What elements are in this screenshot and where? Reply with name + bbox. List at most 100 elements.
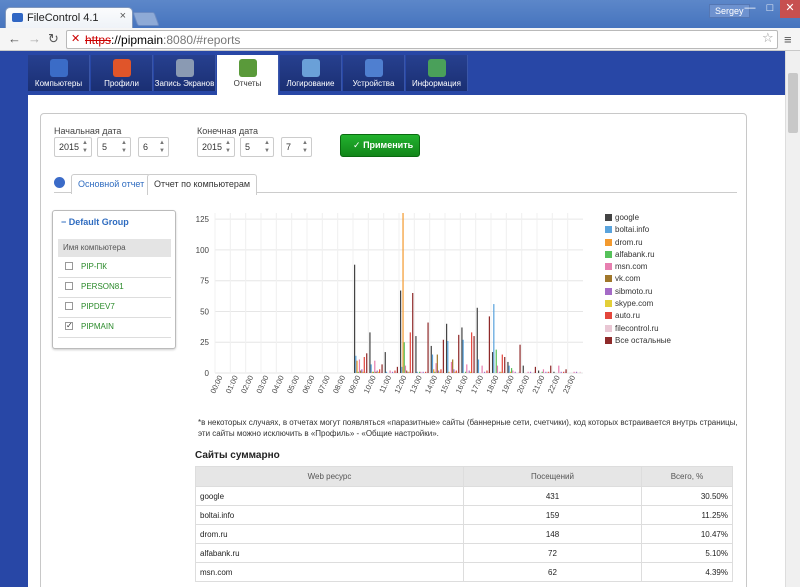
apply-button[interactable]: ✓ Применить: [340, 134, 420, 157]
new-tab-button[interactable]: [132, 12, 160, 26]
computer-column-header: Имя компьютера: [58, 239, 171, 257]
x-tick-label: 14:00: [423, 374, 439, 395]
computer-row[interactable]: PIPDEV7: [58, 298, 171, 318]
legend-label: Все остальные: [615, 335, 671, 345]
bar: [420, 371, 422, 373]
group-title[interactable]: − Default Group: [61, 217, 129, 227]
nav-tab-0[interactable]: Компьютеры: [28, 55, 90, 91]
legend-label: google: [615, 213, 640, 222]
table-row[interactable]: drom.ru 148 10.47%: [195, 524, 733, 544]
collapse-icon[interactable]: −: [61, 217, 66, 227]
table-cell: 431: [463, 486, 642, 506]
x-tick-label: 23:00: [561, 374, 577, 395]
bar: [362, 371, 364, 373]
x-tick-label: 20:00: [515, 374, 531, 395]
summary-title: Сайты суммарно: [195, 450, 280, 461]
bar: [514, 371, 516, 373]
table-cell: 4.39%: [641, 562, 733, 582]
computer-row[interactable]: PERSON81: [58, 278, 171, 298]
legend-swatch: [605, 300, 612, 308]
table-row[interactable]: boltai.info 159 11.25%: [195, 505, 733, 525]
table-cell: boltai.info: [195, 505, 464, 525]
network-icon: [364, 59, 383, 77]
computer-row[interactable]: ✓ PIPMAIN: [58, 318, 171, 338]
bar: [487, 371, 489, 373]
maximize-button[interactable]: □: [760, 0, 780, 18]
computer-checkbox[interactable]: [65, 262, 73, 270]
computer-row[interactable]: PIP-ПК: [58, 258, 171, 278]
reload-icon[interactable]: ↻: [48, 31, 59, 47]
nav-tab-4[interactable]: Логирование: [280, 55, 342, 91]
table-row[interactable]: msn.com 62 4.39%: [195, 562, 733, 582]
page-scrollbar[interactable]: [785, 51, 800, 587]
nav-tab-6[interactable]: Информация: [406, 55, 468, 91]
legend-item[interactable]: alfabank.ru: [605, 250, 671, 262]
chart-legend: google boltai.info drom.ru alfabank.ru msn.c…: [605, 213, 671, 348]
legend-item[interactable]: Все остальные: [605, 336, 671, 348]
nav-tab-5[interactable]: Устройства: [343, 55, 405, 91]
table-row[interactable]: google 431 30.50%: [195, 486, 733, 506]
computer-checkbox[interactable]: ✓: [65, 322, 73, 330]
address-bar[interactable]: ✕ https://pipmain:8080/#reports: [66, 30, 778, 49]
col-percent[interactable]: Всего, %: [641, 466, 733, 487]
browser-tab[interactable]: FileControl 4.1 ×: [5, 7, 133, 29]
nav-tab-1[interactable]: Профили: [91, 55, 153, 91]
nav-tab-3[interactable]: Отчеты: [217, 55, 279, 95]
magnifier-icon: [175, 59, 194, 77]
legend-item[interactable]: drom.ru: [605, 238, 671, 250]
bar: [385, 371, 388, 373]
bar: [452, 359, 454, 373]
legend-item[interactable]: sibmoto.ru: [605, 287, 671, 299]
table-row[interactable]: alfabank.ru 72 5.10%: [195, 543, 733, 563]
nav-tab-2[interactable]: Запись Экранов: [154, 55, 216, 91]
bar: [453, 369, 455, 373]
end-month-spinner[interactable]: 5 ▲ ▼: [240, 137, 274, 157]
start-date-label: Начальная дата: [54, 126, 122, 136]
nav-tab-label: Логирование: [286, 79, 335, 88]
legend-item[interactable]: msn.com: [605, 262, 671, 274]
forward-icon[interactable]: →: [28, 31, 41, 46]
back-icon[interactable]: ←: [8, 31, 21, 46]
summary-table: Web ресурс Посещений Всего, % google 431 3…: [195, 466, 733, 582]
computer-checkbox[interactable]: [65, 302, 73, 310]
refresh-icon[interactable]: [54, 177, 65, 188]
close-window-button[interactable]: ✕: [780, 0, 800, 18]
x-tick-label: 18:00: [484, 374, 500, 395]
bar: [564, 371, 566, 373]
bar: [481, 365, 483, 373]
tab-main-report[interactable]: Основной отчет: [71, 174, 152, 194]
start-year-spinner[interactable]: 2015 ▲ ▼: [54, 137, 92, 157]
computer-name: PIPDEV7: [81, 302, 115, 311]
bar: [534, 366, 536, 373]
start-day-spinner[interactable]: 6 ▲ ▼: [138, 137, 169, 157]
bar: [366, 353, 368, 373]
table-cell: 30.50%: [641, 486, 733, 506]
start-month-spinner[interactable]: 5 ▲ ▼: [97, 137, 131, 157]
bar: [391, 371, 394, 373]
bar: [400, 290, 402, 373]
legend-item[interactable]: boltai.info: [605, 225, 671, 237]
computer-checkbox[interactable]: [65, 282, 73, 290]
bar: [357, 371, 359, 373]
tab-close-icon[interactable]: ×: [120, 10, 126, 22]
end-day-spinner[interactable]: 7 ▲ ▼: [281, 137, 312, 157]
legend-item[interactable]: filecontrol.ru: [605, 324, 671, 336]
bar: [395, 371, 397, 373]
col-web-resource[interactable]: Web ресурс: [195, 466, 464, 487]
legend-item[interactable]: auto.ru: [605, 311, 671, 323]
scrollbar-thumb[interactable]: [788, 73, 798, 133]
menu-icon[interactable]: ≡: [784, 32, 792, 47]
bar: [440, 369, 442, 373]
legend-item[interactable]: skype.com: [605, 299, 671, 311]
end-year-spinner[interactable]: 2015 ▲ ▼: [197, 137, 235, 157]
bar: [408, 371, 410, 373]
col-visits[interactable]: Посещений: [463, 466, 642, 487]
legend-swatch: [605, 250, 612, 258]
bookmark-star-icon[interactable]: ☆: [762, 30, 774, 46]
minimize-button[interactable]: —: [740, 0, 760, 18]
tab-computer-report[interactable]: Отчет по компьютерам: [147, 174, 258, 195]
table-cell: 62: [463, 562, 642, 582]
legend-item[interactable]: vk.com: [605, 274, 671, 286]
bar: [404, 365, 407, 373]
legend-item[interactable]: google: [605, 213, 671, 225]
